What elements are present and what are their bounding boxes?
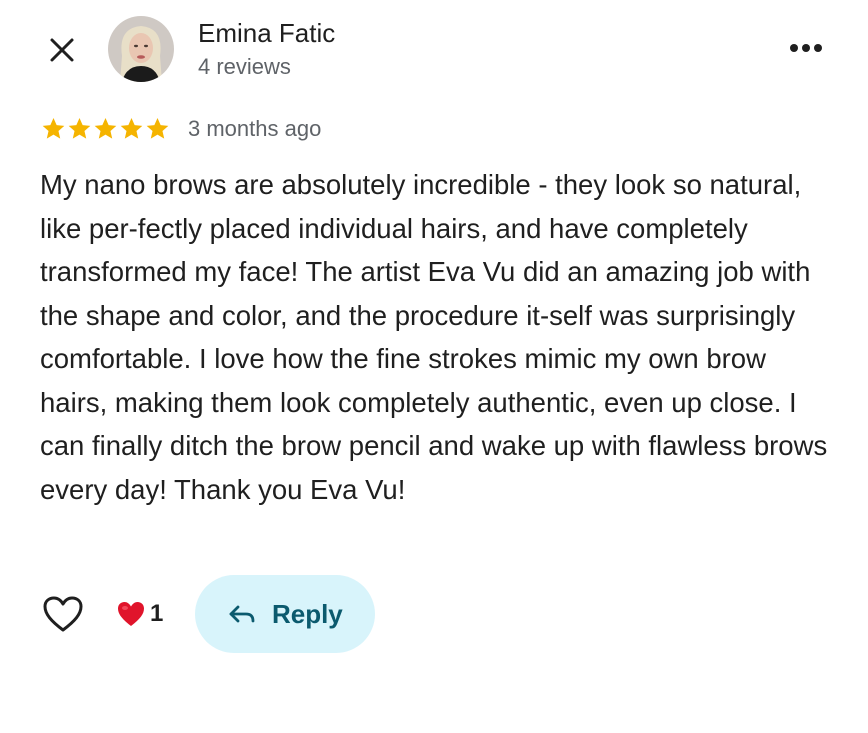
red-heart-icon [118,602,144,626]
author-name[interactable]: Emina Fatic [198,18,335,49]
author-review-count: 4 reviews [198,54,291,79]
close-button[interactable] [38,30,86,70]
reaction-count: 1 [150,600,164,627]
review-text: My nano brows are absolutely incredible … [40,169,828,505]
review-date: 3 months ago [188,116,322,141]
review-actions: 1 Reply [40,574,376,654]
heart-outline-icon [43,596,83,632]
reply-button[interactable]: Reply [195,575,376,653]
reply-label: Reply [271,598,343,629]
star-icon [42,117,65,139]
like-button[interactable] [40,591,86,637]
star-icon [146,117,169,139]
star-icon [68,117,91,139]
rating-row: 3 months ago [40,114,321,144]
avatar[interactable] [108,16,174,82]
star-icon [120,117,143,139]
more-options-button[interactable] [786,30,826,66]
star-rating [40,116,170,142]
star-icon [94,117,117,139]
close-icon [50,38,74,62]
reaction-summary[interactable]: 1 [116,600,163,628]
more-horizontal-icon [790,44,822,52]
reply-arrow-icon [229,605,255,623]
